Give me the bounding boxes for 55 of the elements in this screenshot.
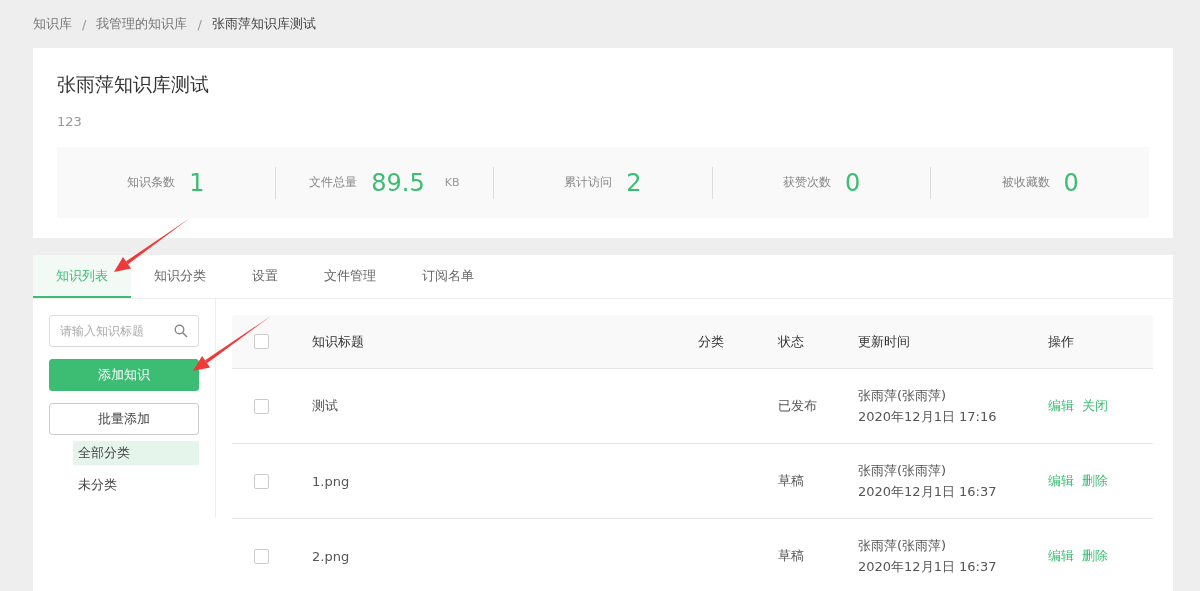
table-cell-text: 张雨萍(张雨萍) (858, 386, 948, 405)
action-link[interactable]: 删除 (1082, 547, 1108, 565)
batch-add-button[interactable]: 批量添加 (49, 403, 199, 435)
category-item[interactable]: 未分类 (73, 473, 199, 497)
table-cell-text: 2020年12月1日 16:37 (858, 482, 998, 501)
add-knowledge-button[interactable]: 添加知识 (49, 359, 199, 391)
table-cell-text: 草稿 (778, 472, 805, 490)
table-cell-text: 1.png (312, 473, 351, 489)
column-header: 操作 (1048, 332, 1075, 351)
category-item[interactable]: 全部分类 (73, 441, 199, 465)
stat-label: 获赞次数 (782, 174, 831, 191)
stat-value: 0 (1063, 168, 1079, 197)
checkbox[interactable] (254, 548, 269, 564)
table-cell-text: 草稿 (778, 547, 805, 565)
action-link[interactable]: 删除 (1082, 472, 1108, 490)
breadcrumb-link[interactable]: 知识库 (33, 15, 72, 33)
stat-value: 0 (844, 168, 861, 197)
tab[interactable]: 知识分类 (131, 255, 229, 298)
table-cell-text: 2020年12月1日 17:16 (858, 407, 998, 426)
table-cell-text: 已发布 (778, 397, 818, 415)
table-cell-text: 2020年12月1日 16:37 (858, 557, 998, 576)
checkbox[interactable] (254, 334, 269, 349)
action-link[interactable]: 编辑 (1048, 397, 1074, 415)
breadcrumb-separator: / (197, 16, 202, 32)
tab[interactable]: 文件管理 (301, 255, 399, 298)
column-header: 更新时间 (858, 332, 911, 351)
breadcrumb-separator: / (82, 16, 87, 32)
page-title: 张雨萍知识库测试 (57, 72, 210, 97)
checkbox[interactable] (254, 398, 269, 414)
checkbox[interactable] (254, 473, 269, 489)
column-header: 知识标题 (312, 332, 365, 351)
column-header: 分类 (698, 332, 725, 351)
description: 123 (57, 114, 83, 129)
action-link[interactable]: 编辑 (1048, 547, 1074, 565)
stat-label: 累计访问 (564, 174, 613, 191)
stat-unit: KB (444, 176, 460, 189)
stat-value: 89.5 (371, 168, 425, 197)
stat-label: 文件总量 (309, 174, 358, 191)
stat-label: 被收藏数 (1001, 174, 1050, 191)
tab[interactable]: 知识列表 (33, 255, 131, 298)
stat-label: 知识条数 (127, 174, 176, 191)
action-link[interactable]: 编辑 (1048, 472, 1074, 490)
tab[interactable]: 订阅名单 (399, 255, 497, 298)
table-cell-text: 张雨萍(张雨萍) (858, 536, 948, 555)
search-icon[interactable] (174, 324, 188, 338)
stat-value: 2 (626, 168, 642, 197)
column-header: 状态 (778, 332, 805, 351)
search-field[interactable]: 请输入知识标题 (49, 315, 199, 347)
table-cell-text: 2.png (312, 548, 351, 564)
tab[interactable]: 设置 (229, 255, 301, 298)
table-cell-text: 测试 (312, 397, 339, 415)
action-link[interactable]: 关闭 (1082, 397, 1108, 415)
table-cell-text: 张雨萍(张雨萍) (858, 461, 948, 480)
stat-value: 1 (189, 168, 205, 197)
breadcrumb-link[interactable]: 我管理的知识库 (96, 15, 188, 33)
